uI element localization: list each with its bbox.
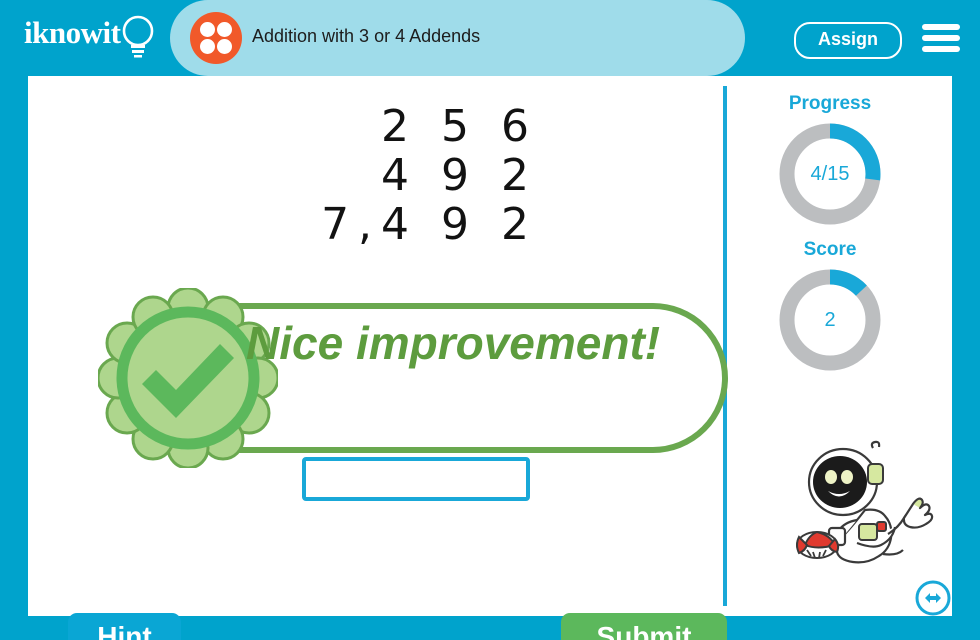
progress-value: 4/15	[810, 162, 850, 185]
logo-text: iknowit	[24, 15, 121, 50]
progress-label: Progress	[788, 93, 872, 114]
menu-bar-3	[922, 46, 960, 52]
hamburger-menu-icon[interactable]	[922, 24, 960, 54]
app-logo[interactable]: iknowit	[24, 13, 164, 63]
menu-bar-2	[922, 35, 960, 41]
dot-1	[200, 22, 215, 37]
left-right-arrow-icon[interactable]	[915, 580, 951, 616]
lightbulb-icon	[122, 15, 154, 58]
page-title: Addition with 3 or 4 Addends	[252, 26, 481, 46]
score-label: Score	[803, 239, 857, 260]
rocket-icon	[796, 530, 840, 559]
astronaut-mascot-icon	[796, 440, 934, 564]
progress-ring: 4/15	[777, 121, 883, 227]
problem-row-3: 7,4 9 2	[321, 199, 538, 250]
assign-button[interactable]: Assign	[793, 22, 902, 59]
dot-4	[217, 39, 232, 54]
check-rosette-icon	[98, 288, 278, 468]
problem-row-1: 2 5 6	[381, 101, 538, 152]
hint-button[interactable]: Hint	[68, 613, 181, 640]
feedback-banner: Nice improvement!	[98, 288, 728, 468]
dot-2	[217, 22, 232, 37]
submit-button[interactable]: Submit	[561, 613, 727, 640]
app-root: iknowit Addition with 3 or 4 Addends Ass…	[0, 0, 980, 640]
four-dots-icon	[190, 12, 242, 64]
dot-3	[200, 39, 215, 54]
feedback-message: Nice improvement!	[246, 317, 661, 369]
app-header: iknowit Addition with 3 or 4 Addends Ass…	[0, 0, 980, 76]
score-value: 2	[824, 308, 836, 331]
score-ring: 2	[777, 267, 883, 373]
menu-bar-1	[922, 24, 960, 30]
problem-row-2: 4 9 2	[381, 150, 538, 201]
math-problem: 2 5 6 4 9 2 7,4 9 2	[278, 102, 538, 249]
